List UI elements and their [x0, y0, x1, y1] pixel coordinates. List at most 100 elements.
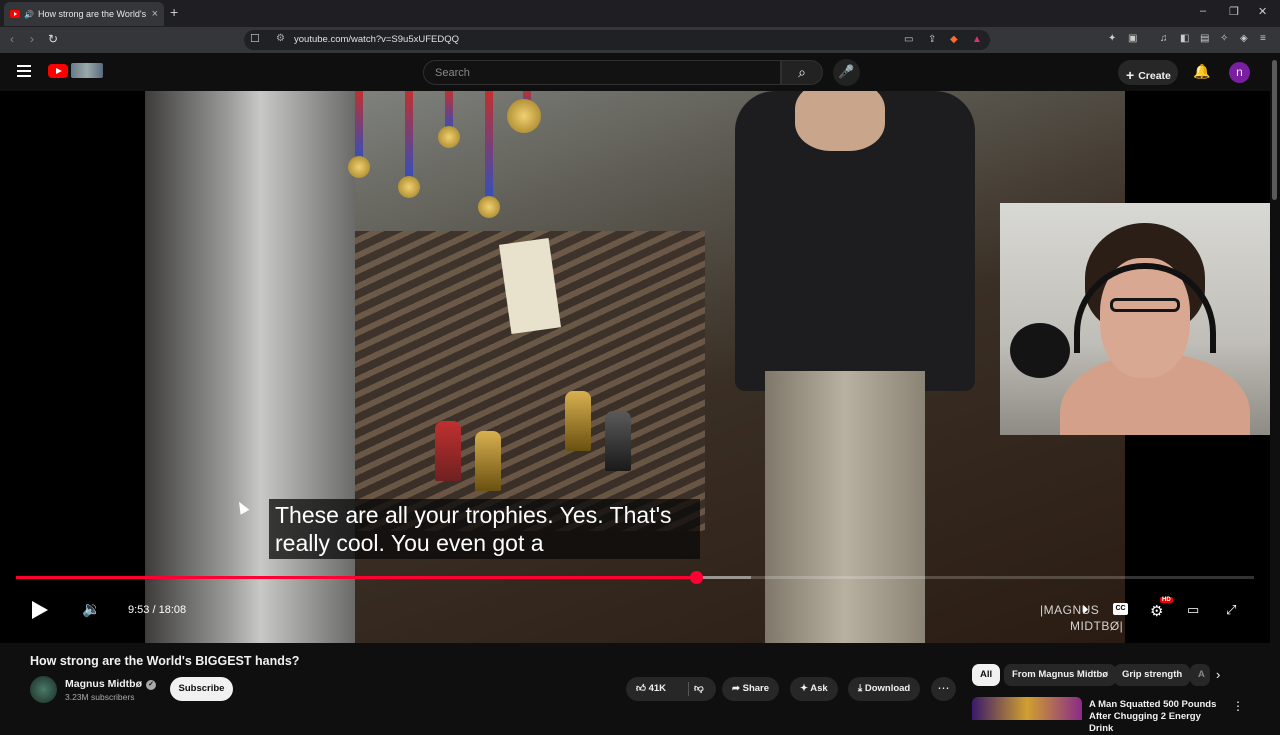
- microphone: [1010, 323, 1070, 378]
- watermark-line: MIDTBØ|: [1070, 619, 1124, 633]
- video-frame: [145, 91, 1125, 643]
- youtube-favicon-icon: [10, 10, 20, 18]
- captions-button[interactable]: CC: [1113, 603, 1128, 615]
- browser-tab[interactable]: 🔊 How strong are the World's BIGGEST han…: [4, 2, 164, 26]
- scrollbar[interactable]: [1272, 60, 1277, 200]
- search-placeholder: Search: [435, 67, 470, 79]
- trophy: [605, 411, 631, 471]
- sparkle-icon: ✦: [800, 683, 811, 694]
- scrubber-handle[interactable]: [689, 571, 703, 584]
- hamburger-menu-icon[interactable]: [17, 65, 31, 77]
- bell-icon[interactable]: 🔔: [1193, 63, 1210, 80]
- tab-title: How strong are the World's BIGGEST hands…: [37, 9, 148, 19]
- speaker-icon[interactable]: 🔊: [24, 10, 34, 19]
- new-tab-button[interactable]: +: [170, 4, 178, 20]
- browser-tab-bar: 🔊 How strong are the World's BIGGEST han…: [0, 0, 1280, 27]
- medal: [478, 196, 500, 218]
- chip-more[interactable]: A: [1190, 664, 1210, 686]
- search-input[interactable]: Search: [423, 60, 781, 85]
- menu-icon[interactable]: ≡: [1260, 33, 1266, 44]
- reader-icon[interactable]: ▣: [1128, 33, 1137, 44]
- chip-from-channel[interactable]: From Magnus Midtbø: [1004, 664, 1117, 686]
- webcam-overlay: [1000, 203, 1270, 435]
- share-page-icon[interactable]: ⇪: [928, 34, 936, 45]
- share-icon: ➦: [732, 683, 743, 694]
- cast-icon[interactable]: ▭: [904, 34, 913, 45]
- caption-line: really cool. You even got a: [275, 530, 544, 556]
- person: [735, 91, 975, 643]
- like-count: 41K: [648, 683, 667, 694]
- avatar[interactable]: n: [1229, 62, 1250, 83]
- like-button[interactable]: 👍︎ 41K: [636, 682, 666, 694]
- create-button[interactable]: + Create: [1118, 60, 1178, 85]
- subscribe-button[interactable]: Subscribe: [170, 677, 233, 701]
- subscriber-count: 3.23M subscribers: [65, 692, 135, 702]
- back-arrow-icon[interactable]: ‹: [10, 32, 14, 46]
- channel-name[interactable]: Magnus Midtbø ✓: [65, 678, 156, 690]
- reload-icon[interactable]: ↻: [48, 32, 58, 46]
- brave-rewards-icon[interactable]: ▲: [972, 34, 982, 45]
- medal: [507, 99, 541, 133]
- trophy: [475, 431, 501, 491]
- wallet-icon[interactable]: ▤: [1200, 33, 1209, 44]
- trophy: [565, 391, 591, 451]
- create-label: Create: [1138, 70, 1171, 82]
- site-settings-icon[interactable]: ⚙: [276, 33, 285, 44]
- youtube-doodle-logo[interactable]: [71, 63, 103, 78]
- hd-badge: HD: [1160, 597, 1173, 603]
- forward-arrow-icon[interactable]: ›: [30, 32, 34, 46]
- trophy: [435, 421, 461, 481]
- gear-icon[interactable]: ⚙: [1150, 602, 1163, 620]
- bookmark-icon[interactable]: ☐: [250, 32, 260, 45]
- more-actions-button[interactable]: ⋯: [931, 677, 956, 701]
- fullscreen-icon[interactable]: ⤢: [1226, 602, 1236, 618]
- volume-icon[interactable]: 🔉: [82, 600, 101, 618]
- sidebar-icon[interactable]: ◧: [1180, 33, 1189, 44]
- thumbs-down-icon[interactable]: 👎︎: [694, 682, 704, 694]
- chip-all[interactable]: All: [972, 664, 1001, 686]
- progress-bar[interactable]: [16, 571, 1254, 584]
- chevron-right-icon[interactable]: ›: [1216, 667, 1220, 682]
- medal: [398, 176, 420, 198]
- music-icon[interactable]: ♫: [1160, 33, 1168, 44]
- chip-grip-strength[interactable]: Grip strength: [1114, 664, 1191, 686]
- youtube-logo-icon[interactable]: [48, 64, 68, 78]
- recommendation-thumbnail[interactable]: [972, 697, 1082, 720]
- restore-button[interactable]: ❐: [1229, 5, 1239, 18]
- subtitle-caption: These are all your trophies. Yes. That's…: [269, 499, 700, 559]
- recommendation-title[interactable]: A Man Squatted 500 Pounds After Chugging…: [1089, 699, 1224, 735]
- verified-icon: ✓: [146, 680, 156, 690]
- address-bar[interactable]: ☐ ⚙ youtube.com/watch?v=S9u5xUFEDQQ ▭ ⇪ …: [244, 30, 990, 50]
- medal: [348, 156, 370, 178]
- share-button[interactable]: ➦ Share: [722, 677, 780, 701]
- glasses: [1110, 298, 1180, 312]
- youtube-header: Search ⌕ 🎤 + Create 🔔 n: [0, 53, 1280, 91]
- vpn-icon[interactable]: ◈: [1240, 33, 1248, 44]
- channel-avatar[interactable]: [30, 676, 57, 703]
- download-button[interactable]: ⤓ Download: [848, 677, 921, 701]
- minimize-button[interactable]: –: [1200, 5, 1206, 17]
- search-icon: ⌕: [798, 64, 806, 80]
- play-icon[interactable]: [32, 601, 48, 619]
- brave-shield-icon[interactable]: ◆: [950, 34, 958, 45]
- miniplayer-icon[interactable]: ▭: [1187, 602, 1199, 618]
- ask-button[interactable]: ✦ Ask: [790, 677, 838, 701]
- close-window-button[interactable]: ✕: [1258, 5, 1267, 18]
- kebab-menu-icon[interactable]: ⋮: [1232, 699, 1244, 713]
- pillar: [145, 91, 355, 643]
- search-button[interactable]: ⌕: [781, 60, 823, 85]
- url-text: youtube.com/watch?v=S9u5xUFEDQQ: [294, 34, 460, 45]
- autoplay-toggle[interactable]: ⏵: [1082, 602, 1089, 618]
- time-display: 9:53 / 18:08: [128, 604, 187, 616]
- leo-ai-icon[interactable]: ✧: [1220, 33, 1228, 44]
- download-icon: ⤓: [858, 683, 865, 694]
- video-title: How strong are the World's BIGGEST hands…: [30, 654, 300, 668]
- like-dislike-group: 👍︎ 41K 👎︎: [626, 677, 716, 701]
- extensions-icon[interactable]: ✦: [1108, 33, 1116, 44]
- tab-close-icon[interactable]: ×: [152, 8, 158, 20]
- browser-toolbar: ‹ › ↻ ☐ ⚙ youtube.com/watch?v=S9u5xUFEDQ…: [0, 27, 1280, 53]
- caption-line: These are all your trophies. Yes. That's: [275, 502, 672, 528]
- mic-icon[interactable]: 🎤: [833, 59, 860, 86]
- video-player[interactable]: These are all your trophies. Yes. That's…: [0, 91, 1270, 643]
- medal: [438, 126, 460, 148]
